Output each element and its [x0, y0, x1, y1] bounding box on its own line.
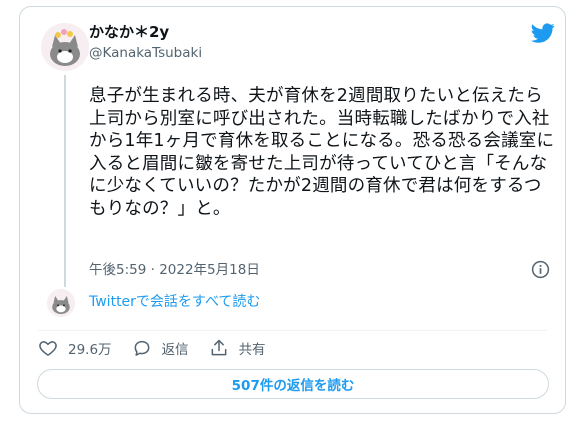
- display-name[interactable]: かなか＊2y: [89, 23, 169, 41]
- heart-icon: [39, 341, 57, 356]
- user-handle[interactable]: @KanakaTsubaki: [89, 44, 202, 62]
- info-icon[interactable]: [531, 260, 550, 279]
- reply-button[interactable]: 返信: [132, 338, 189, 358]
- upload-icon: [211, 339, 226, 356]
- tweet-actions: 29.6万 返信 共有: [38, 337, 286, 359]
- cat-avatar-icon: [47, 289, 75, 317]
- tweet-text: 息子が生まれる時、夫が育休を2週間取りたいと伝えたら上司から別室に呼び出された。…: [89, 86, 555, 219]
- read-conversation-link[interactable]: Twitterで会話をすべて読む: [89, 293, 260, 311]
- divider: [38, 330, 547, 331]
- tweet-timestamp[interactable]: 午後5:59 · 2022年5月18日: [89, 261, 260, 279]
- share-label: 共有: [238, 342, 266, 358]
- reply-label: 返信: [161, 342, 189, 358]
- twitter-bird-icon[interactable]: [531, 23, 555, 45]
- avatar[interactable]: [41, 23, 89, 71]
- cat-avatar-icon: [41, 23, 89, 71]
- read-replies-button[interactable]: 507件の返信を読む: [37, 369, 549, 399]
- thread-line: [64, 75, 66, 287]
- like-button[interactable]: 29.6万: [38, 338, 112, 358]
- speech-bubble-icon: [134, 340, 149, 356]
- like-count: 29.6万: [68, 342, 112, 358]
- tweet-card: かなか＊2y @KanakaTsubaki 息子が生まれる時、夫が育休を2週間取…: [19, 6, 566, 414]
- reply-avatar: [47, 289, 75, 317]
- share-button[interactable]: 共有: [209, 338, 266, 358]
